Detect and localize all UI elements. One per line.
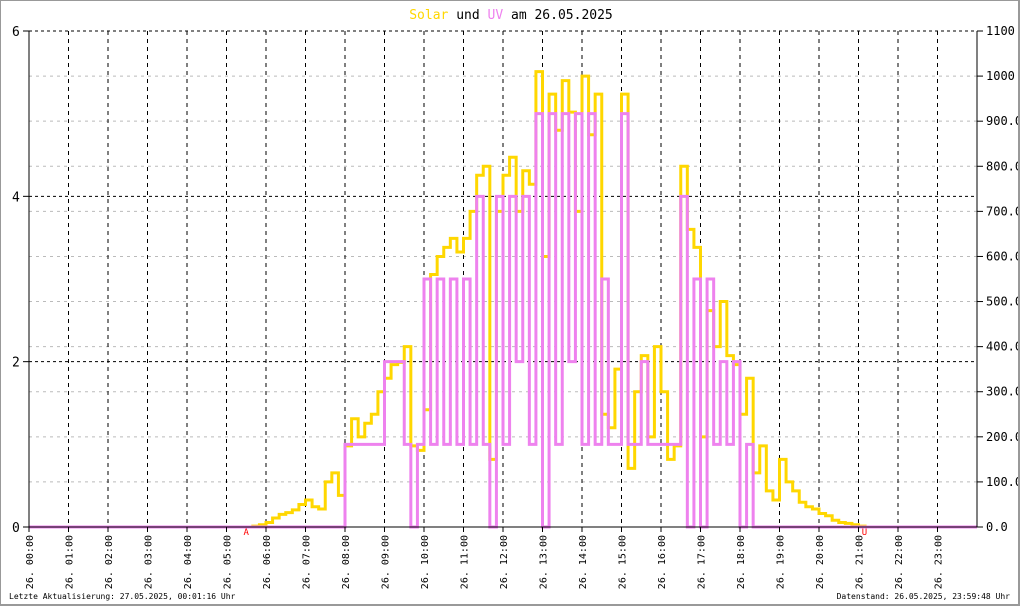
title-date: am 26.05.2025 (511, 8, 613, 23)
x-axis-label: 26. 05:00 (223, 535, 234, 589)
chart-container: 0.0 100.0 200.0 300.0 400.0 500.0 600.0 700.0 80… (0, 0, 1020, 606)
left-axis-label: 6 (12, 25, 20, 40)
left-axis-label: 2 (12, 356, 20, 371)
x-axis-label: 26. 12:00 (499, 535, 510, 589)
x-axis-label: 26. 06:00 (262, 535, 273, 589)
x-axis-label: 26. 07:00 (302, 535, 313, 589)
x-axis-label: 26. 15:00 (618, 535, 629, 589)
right-axis-label: 700.0 (986, 204, 1020, 218)
title-uv: UV (488, 8, 504, 23)
solar-uv-chart: 0.0 100.0 200.0 300.0 400.0 500.0 600.0 700.0 80… (12, 8, 1020, 589)
right-axis-label: 1100 (986, 24, 1015, 38)
right-axis-label: 900.0 (986, 114, 1020, 128)
x-axis-label: 26. 16:00 (657, 535, 668, 589)
title-solar: Solar (409, 8, 448, 23)
right-axis-label: 200.0 (986, 430, 1020, 444)
right-axis-label: 400.0 (986, 340, 1020, 354)
x-axis-label: 26. 17:00 (697, 535, 708, 589)
x-axis-label: 26. 20:00 (815, 535, 826, 589)
right-axis-label: 800.0 (986, 159, 1020, 173)
x-axis-label: 26. 03:00 (144, 535, 155, 589)
x-axis-label: 26. 04:00 (183, 535, 194, 589)
left-axis-label: 0 (12, 521, 20, 536)
sun-marker-a: A (244, 528, 250, 538)
x-axis-label: 26. 14:00 (578, 535, 589, 589)
right-axis-label: 500.0 (986, 295, 1020, 309)
left-axis-label: 4 (12, 190, 20, 205)
x-axis-label: 26. 21:00 (855, 535, 866, 589)
x-axis-label: 26. 10:00 (420, 535, 431, 589)
data-timestamp-text: Datenstand: 26.05.2025, 23:59:48 Uhr (836, 592, 1010, 601)
chart-title: Solar und UV am 26.05.2025 (409, 8, 613, 23)
sun-marker-u: U (862, 528, 867, 538)
x-axis-label: 26. 19:00 (776, 535, 787, 589)
x-axis-label: 26. 22:00 (894, 535, 905, 589)
x-axis-label: 26. 09:00 (381, 535, 392, 589)
x-axis-label: 26. 18:00 (736, 535, 747, 589)
right-axis-label: 0.0 (986, 520, 1008, 534)
right-axis-label: 300.0 (986, 385, 1020, 399)
last-update-text: Letzte Aktualisierung: 27.05.2025, 00:01… (9, 592, 236, 601)
right-axis-label: 100.0 (986, 475, 1020, 489)
x-axis-label: 26. 08:00 (341, 535, 352, 589)
right-axis-label: 600.0 (986, 249, 1020, 263)
x-axis-label: 26. 01:00 (65, 535, 76, 589)
x-axis-label: 26. 02:00 (104, 535, 115, 589)
x-axis-label: 26. 00:00 (25, 535, 36, 589)
x-axis-label: 26. 23:00 (934, 535, 945, 589)
x-axis-label: 26. 13:00 (539, 535, 550, 589)
right-axis-label: 1000 (986, 69, 1015, 83)
x-axis-label: 26. 11:00 (460, 535, 471, 589)
title-und: und (456, 8, 479, 23)
